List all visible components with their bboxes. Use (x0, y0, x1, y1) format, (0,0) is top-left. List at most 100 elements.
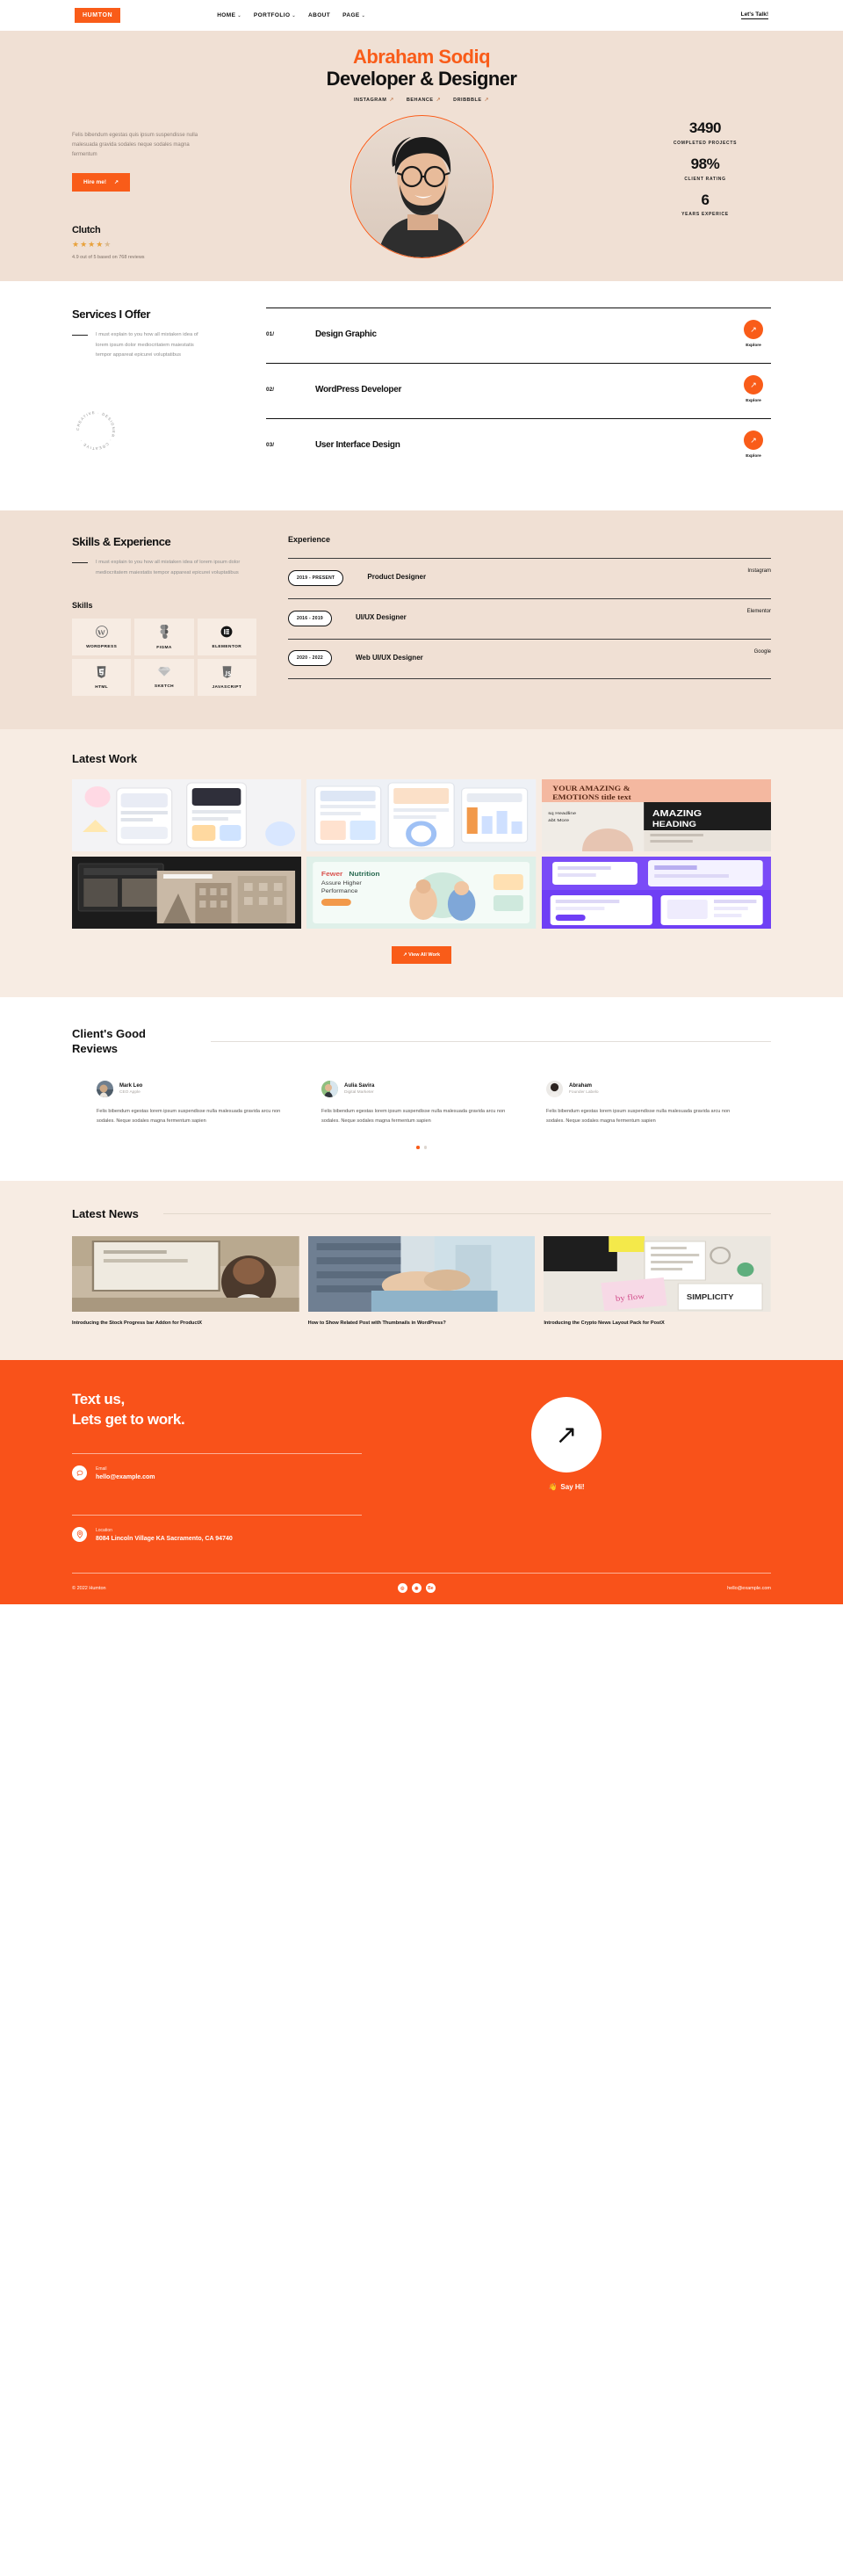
svg-text:YOUR AMAZING &: YOUR AMAZING & (552, 785, 630, 792)
instagram-icon[interactable]: ◎ (397, 1583, 407, 1594)
hire-me-button[interactable]: Hire me! ↗ (72, 172, 131, 192)
avatar (321, 1080, 338, 1097)
footer-socials: ◎ ◉ Be (397, 1583, 436, 1594)
experience-role: Product Designer (367, 573, 427, 582)
nav-item-about[interactable]: ABOUT (308, 12, 330, 18)
work-tile-purple-saas-ui[interactable] (541, 857, 771, 930)
nav-item-home[interactable]: HOME ⌄ (217, 12, 241, 18)
work-tile-fitness-landing-page[interactable]: Fewer Nutrition Assure Higher Performanc… (306, 857, 537, 930)
skill-label: HTML (95, 684, 109, 690)
arrow-up-right-icon[interactable]: ↗ (744, 320, 763, 340)
footer-bar: © 2022 Humton ◎ ◉ Be hello@example.com (0, 1574, 843, 1604)
social-link-behance[interactable]: BEHANCE ↗ (407, 97, 442, 104)
carousel-dots[interactable] (0, 1146, 843, 1149)
dash-divider (72, 335, 88, 336)
service-row[interactable]: 02/ WordPress Developer ↗ Explore (266, 363, 771, 418)
cta-right: ↗ 👋 Say Hi! (362, 1390, 771, 1491)
nav-item-page[interactable]: PAGE ⌄ (342, 12, 365, 18)
location-value: 8084 Lincoln Village KA Sacramento, CA 9… (96, 1535, 233, 1542)
work-tile-editorial-typography[interactable]: YOUR AMAZING & EMOTIONS title text sq He… (541, 779, 771, 852)
review-text: Felis bibendum egestas lorem ipsum suspe… (321, 1108, 506, 1125)
skill-card-javascript[interactable]: JAVASCRIPT (197, 659, 256, 697)
nav-item-portfolio[interactable]: PORTFOLIO ⌄ (254, 12, 296, 18)
explore-label: Explore (746, 399, 761, 404)
reviewer-name: Abraham (569, 1082, 593, 1089)
skill-card-wordpress[interactable]: WORDPRESS (72, 619, 132, 656)
service-number: 03/ (266, 441, 275, 448)
view-all-work-button[interactable]: ↗ View All Work (391, 946, 452, 965)
arrow-up-right-icon[interactable]: ↗ (744, 431, 763, 451)
skill-card-figma[interactable]: FIGMA (134, 619, 194, 656)
service-row[interactable]: 03/ User Interface Design ↗ Explore (266, 418, 771, 474)
reviewer: Aulia Savira Digital Marketer (321, 1080, 522, 1097)
social-link-dribbble[interactable]: DRIBBBLE ↗ (453, 97, 489, 104)
work-tile-architecture-website[interactable] (72, 857, 302, 930)
service-explore[interactable]: ↗ Explore (736, 375, 771, 403)
stat-label: CLIENT RATING (684, 176, 726, 182)
stat-value: 6 (701, 191, 710, 208)
arrow-up-right-icon: ↗ (436, 98, 442, 104)
lets-talk-link[interactable]: Let's Talk! (740, 11, 768, 19)
service-explore[interactable]: ↗ Explore (736, 431, 771, 459)
hero-section: Abraham Sodiq Developer & Designer INSTA… (0, 31, 843, 282)
copyright: © 2022 Humton (72, 1585, 106, 1591)
divider (211, 1041, 771, 1043)
star-half: ★ (104, 240, 112, 250)
say-hi-button[interactable]: ↗ (531, 1397, 602, 1473)
latest-work-section: Latest Work YOUR AMAZING & EMOTIONS titl… (0, 729, 843, 998)
service-row[interactable]: 01/ Design Graphic ↗ Explore (266, 308, 771, 363)
skills-title: Skills & Experience (72, 535, 171, 549)
experience-role: Web UI/UX Designer (356, 653, 423, 662)
work-tile-dashboard-ui-kit[interactable] (306, 779, 537, 852)
sketch-icon (157, 666, 171, 679)
experience-heading: Experience (288, 535, 331, 545)
contact-email[interactable]: Email hello@example.com (72, 1454, 362, 1492)
service-explore[interactable]: ↗ Explore (736, 320, 771, 348)
skill-card-elementor[interactable]: ELEMENTOR (197, 619, 256, 656)
experience-row: 2020 - 2022 Web UI/UX Designer Google (288, 639, 771, 680)
social-label: DRIBBBLE (453, 97, 482, 103)
view-all-arrow-icon: ↗ (402, 952, 407, 959)
arrow-up-right-icon: ↗ (389, 98, 394, 104)
news-thumbnail-meeting-whiteboard (72, 1235, 299, 1312)
contact-location[interactable]: Location 8084 Lincoln Village KA Sacrame… (72, 1516, 362, 1553)
skill-card-html[interactable]: HTML (72, 659, 132, 697)
services-section: Services I Offer I must explain to you h… (0, 281, 843, 511)
experience-role: UI/UX Designer (356, 613, 407, 622)
clutch-caption: 4.9 out of 5 based on 768 reviews (72, 255, 145, 261)
news-caption: Introducing the Stock Progress bar Addon… (72, 1320, 203, 1326)
logo[interactable]: HUMTON (75, 8, 121, 23)
carousel-dot-1[interactable] (416, 1146, 420, 1149)
experience-period: 2020 - 2022 (288, 650, 332, 667)
arrow-up-right-icon[interactable]: ↗ (744, 375, 763, 395)
news-card[interactable]: Introducing the Stock Progress bar Addon… (72, 1235, 299, 1328)
skill-label: ELEMENTOR (212, 644, 242, 649)
reviewer: Abraham Founder Labelo (546, 1080, 746, 1097)
location-pin-icon (72, 1527, 87, 1543)
dribbble-icon[interactable]: ◉ (411, 1583, 422, 1594)
services-row: Services I Offer I must explain to you h… (0, 308, 843, 474)
html5-icon (97, 666, 106, 680)
skills-experience-section: Skills & Experience I must explain to yo… (0, 510, 843, 730)
behance-icon[interactable]: Be (425, 1583, 436, 1594)
hero-intro: Felis bibendum egestas quis ipsum suspen… (72, 115, 204, 192)
nav-label: HOME (217, 12, 236, 18)
news-card[interactable]: How to Show Related Post with Thumbnails… (307, 1235, 536, 1328)
carousel-dot-2[interactable] (423, 1146, 427, 1149)
work-tile-mobile-app-mockups[interactable] (72, 779, 302, 852)
hero-name: Abraham Sodiq (352, 46, 491, 68)
news-thumbnail-handshake-office (307, 1235, 536, 1312)
skill-card-sketch[interactable]: SKETCH (134, 659, 194, 697)
nav-label: ABOUT (308, 12, 331, 18)
services-list: 01/ Design Graphic ↗ Explore 02/ WordPre… (266, 308, 771, 474)
footer-email[interactable]: hello@example.com (727, 1586, 771, 1591)
skill-label: JAVASCRIPT (212, 684, 242, 690)
news-card[interactable]: by flow SIMPLICITY Introducing the Crypt… (544, 1235, 771, 1328)
social-link-instagram[interactable]: INSTAGRAM ↗ (354, 97, 394, 104)
service-title: Design Graphic (315, 329, 377, 339)
clutch-logo-text: Clutch (72, 225, 101, 236)
chevron-down-icon: ⌄ (237, 12, 241, 18)
star-rating-icon: ★★★★★ (72, 240, 230, 250)
svg-text:Nutrition: Nutrition (349, 871, 380, 878)
svg-text:sq Headline: sq Headline (548, 812, 576, 816)
